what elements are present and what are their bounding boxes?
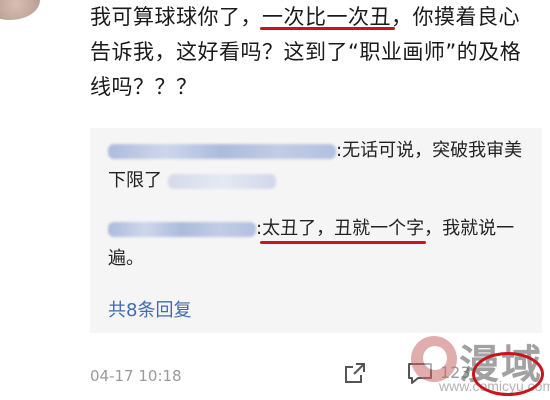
avatar[interactable] xyxy=(0,0,40,20)
replies-panel: :无话可说，突破我审美下限了 :太丑了，丑就一个字，我就说一遍。 共8条回复 xyxy=(90,128,542,333)
reply-highlight: 太丑了，丑就一个字 xyxy=(262,218,425,239)
blurred-username xyxy=(108,221,256,237)
share-icon[interactable] xyxy=(342,360,368,386)
comment-highlight: 一次比一次丑 xyxy=(262,5,391,29)
comment-timestamp: 04-17 10:18 xyxy=(90,367,182,385)
annotation-circle xyxy=(472,352,544,396)
watermark-logo-icon xyxy=(411,336,457,382)
comment-text-start: 我可算球球你了， xyxy=(90,5,262,29)
blurred-mention xyxy=(167,173,276,189)
more-replies-link[interactable]: 共8条回复 xyxy=(108,296,191,322)
comment-body: 我可算球球你了，一次比一次丑，你摸着良心告诉我，这好看吗？这到了“职业画师”的及… xyxy=(90,0,530,105)
reply-item[interactable]: :太丑了，丑就一个字，我就说一遍。 xyxy=(108,214,538,274)
reply-item[interactable]: :无话可说，突破我审美下限了 xyxy=(108,136,538,196)
blurred-username xyxy=(108,143,336,159)
